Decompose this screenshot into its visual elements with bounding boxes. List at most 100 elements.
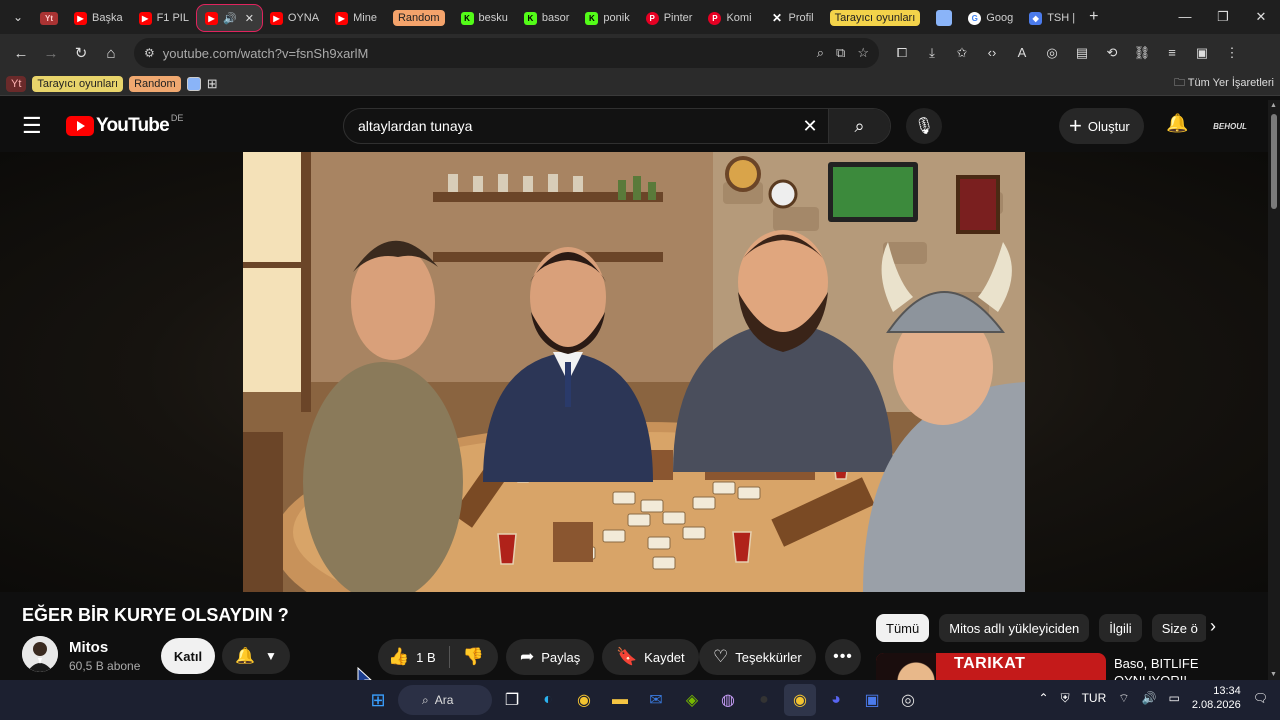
create-button[interactable]: + Oluştur [1059,108,1144,144]
save-button[interactable]: 🔖 Kaydet [602,639,699,675]
bookmark-blue-icon[interactable] [186,76,201,91]
outlook-icon[interactable]: ✉ [640,684,672,716]
language-indicator[interactable]: TUR [1082,691,1107,705]
scroll-thumb[interactable] [1271,114,1277,209]
security-icon[interactable]: ⛨ [1061,691,1070,706]
install-app-icon[interactable]: ⧉ [836,45,845,61]
address-bar[interactable]: ⚙ youtube.com/watch?v=fsnSh9xarlM ⌕ ⧉ ☆ [134,38,879,68]
site-info-icon[interactable]: ⚙ [144,46,155,60]
tab-yt-bookmark[interactable]: Yt [32,5,66,31]
taskbar-search[interactable]: ⌕ Ara [398,685,492,715]
tab-youtube-4[interactable]: ▶ Mine [327,5,385,31]
task-view-icon[interactable]: ❐ [496,684,528,716]
steam-icon[interactable]: ● [748,684,780,716]
tab-youtube-3[interactable]: ▶ OYNA [262,5,327,31]
share-button[interactable]: ➦ Paylaş [506,639,595,675]
profile-icon[interactable]: ▣ [1187,45,1217,61]
bookmark-games[interactable]: Tarayıcı oyunları [32,75,124,92]
search-input[interactable]: altaylardan tunaya [344,118,792,134]
battery-icon[interactable]: ▭ [1168,691,1179,705]
channel-name[interactable]: Mitos [69,639,108,656]
tab-youtube-active[interactable]: ▶ 🔊 ✕ [195,4,263,32]
video-player[interactable] [0,152,1268,592]
tab-kick-3[interactable]: Kponik [577,5,637,31]
tab-blue-square[interactable] [928,5,960,31]
edge-icon[interactable]: ◐ [532,684,564,716]
tab-search-button[interactable]: ⌄ [4,3,32,31]
menu-hamburger-icon[interactable]: ☰ [22,113,46,139]
chip-for-you[interactable]: Size ö [1151,614,1206,642]
media-icon[interactable]: ≡ [1157,45,1187,61]
forward-button[interactable]: → [36,38,66,68]
apps-grid-icon[interactable]: ⊞ [207,76,218,92]
subscription-bell-button[interactable]: 🔔 ▼ [222,638,290,674]
clock[interactable]: 13:34 2.08.2026 [1192,684,1241,712]
youtube-logo[interactable]: YouTube DE [66,113,183,137]
nvidia-icon[interactable]: ◈ [676,684,708,716]
volume-icon[interactable]: 🔊 [1142,691,1157,705]
video-frame[interactable] [243,152,1025,592]
devtools-icon[interactable]: ‹› [977,45,1007,61]
all-bookmarks[interactable]: 🗀 Tüm Yer İşaretleri [1174,74,1274,93]
bookmark-random[interactable]: Random [129,75,181,92]
tab-x-profile[interactable]: ✕ Profil [760,5,822,31]
close-tab-icon[interactable]: ✕ [245,12,254,25]
chip-all[interactable]: Tümü [876,614,930,642]
tab-pinterest-1[interactable]: P Pinter [638,5,701,31]
more-actions-button[interactable]: ••• [825,639,861,675]
file-explorer-icon[interactable]: ▬ [604,684,636,716]
join-button[interactable]: Katıl [161,638,215,674]
recommended-video-title[interactable]: Baso, BITLIFE OYNUYOR!! [1114,655,1264,680]
restore-icon[interactable]: ❐ [1204,9,1242,25]
page-scrollbar[interactable]: ▲ ▼ [1268,100,1280,680]
chat-app-icon[interactable]: ◍ [712,684,744,716]
minimize-icon[interactable]: — [1166,9,1204,25]
reload-button[interactable]: ↻ [66,38,96,68]
voice-search-button[interactable]: 🎙 [906,108,942,144]
clear-search-icon[interactable]: ✕ [792,116,828,137]
account-avatar[interactable]: BEHOUL [1213,112,1247,140]
tab-browser-games[interactable]: Tarayıcı oyunları [822,5,929,31]
favorites-icon[interactable]: ✩ [947,45,977,61]
blue-app-taskbar-icon[interactable]: ▣ [856,684,888,716]
discord-icon[interactable]: ◕ [820,684,852,716]
chip-from-uploader[interactable]: Mitos adlı yükleyiciden [939,614,1090,642]
like-icon[interactable]: 👍 [388,647,409,667]
notifications-icon[interactable]: 🗨 [1253,691,1268,705]
channel-avatar[interactable] [22,636,58,672]
close-window-icon[interactable]: ✕ [1242,9,1280,25]
new-tab-button[interactable]: + [1089,8,1098,26]
wifi-icon[interactable]: ⌔ [1118,691,1129,706]
recommended-video-thumbnail[interactable]: TARIKAT [876,653,1106,680]
link-icon[interactable]: ⛓ [1127,45,1157,61]
notifications-bell-icon[interactable]: 🔔 [1166,113,1188,134]
tab-random[interactable]: Random [385,5,453,31]
bookmark-yt[interactable]: Yt [6,75,27,92]
scroll-up-icon[interactable]: ▲ [1270,102,1277,109]
tab-kick-1[interactable]: Kbesku [453,5,516,31]
like-count[interactable]: 1 B [416,650,436,665]
chevron-right-icon[interactable]: › [1210,616,1216,637]
download-icon[interactable]: ⤓ [917,45,947,61]
url-text[interactable]: youtube.com/watch?v=fsnSh9xarlM [163,46,817,61]
obs-icon[interactable]: ◎ [892,684,924,716]
sidebar-icon[interactable]: ▤ [1067,45,1097,61]
menu-icon[interactable]: ⋮ [1217,45,1247,61]
tab-youtube-1[interactable]: ▶ Başka [66,5,131,31]
chrome-active-icon[interactable]: ◉ [784,684,816,716]
translate-icon[interactable]: A [1007,45,1037,61]
history-icon[interactable]: ⟲ [1097,45,1127,61]
back-button[interactable]: ← [6,38,36,68]
dislike-icon[interactable]: 👎 [463,647,484,667]
tray-overflow-icon[interactable]: ⌃ [1039,691,1049,705]
chip-related[interactable]: İlgili [1099,614,1142,642]
screenshot-icon[interactable]: ◎ [1037,45,1067,61]
search-button[interactable]: ⌕ [828,109,890,143]
tab-google[interactable]: G Goog [960,5,1021,31]
tab-pinterest-2[interactable]: P Komi [700,5,759,31]
scroll-down-icon[interactable]: ▼ [1270,671,1277,678]
home-button[interactable]: ⌂ [96,38,126,68]
bookmark-star-icon[interactable]: ☆ [857,45,869,61]
tab-kick-2[interactable]: Kbasor [516,5,578,31]
chrome-icon[interactable]: ◉ [568,684,600,716]
